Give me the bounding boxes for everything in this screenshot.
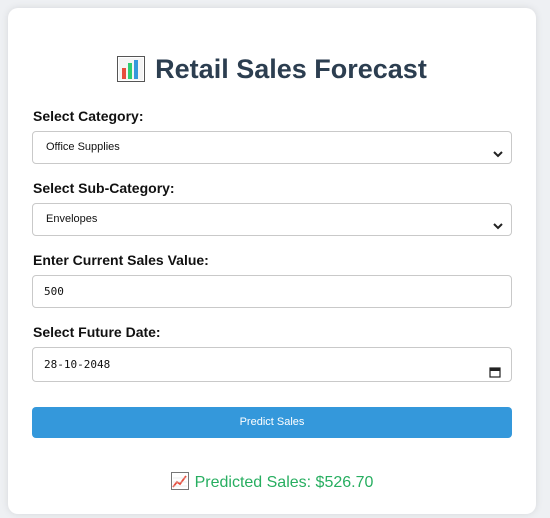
prediction-result-text: Predicted Sales: $526.70 xyxy=(194,474,374,491)
date-label: Select Future Date: xyxy=(33,324,161,340)
date-input[interactable]: 28-10-2048 xyxy=(32,347,512,382)
category-select[interactable]: Office Supplies xyxy=(32,131,512,164)
chevron-down-icon xyxy=(492,142,504,158)
sales-input[interactable]: 500 xyxy=(32,275,512,308)
forecast-card: Retail Sales Forecast Select Category: O… xyxy=(8,8,536,514)
predict-sales-button[interactable]: Predict Sales xyxy=(32,407,512,438)
date-input-value: 28-10-2048 xyxy=(44,358,111,371)
category-label: Select Category: xyxy=(33,108,144,124)
chevron-down-icon xyxy=(492,214,504,230)
subcategory-select-value: Envelopes xyxy=(46,213,98,225)
category-select-value: Office Supplies xyxy=(46,141,120,153)
subcategory-label: Select Sub-Category: xyxy=(33,180,175,196)
subcategory-select[interactable]: Envelopes xyxy=(32,203,512,236)
calendar-icon[interactable] xyxy=(489,358,501,378)
sales-label: Enter Current Sales Value: xyxy=(33,252,209,268)
prediction-result: Predicted Sales: $526.70 xyxy=(8,472,536,496)
page-title: Retail Sales Forecast xyxy=(8,54,536,88)
chart-increasing-icon xyxy=(170,472,189,496)
sales-input-value: 500 xyxy=(44,285,64,298)
bar-chart-icon xyxy=(117,56,146,88)
page-title-text: Retail Sales Forecast xyxy=(155,54,427,84)
